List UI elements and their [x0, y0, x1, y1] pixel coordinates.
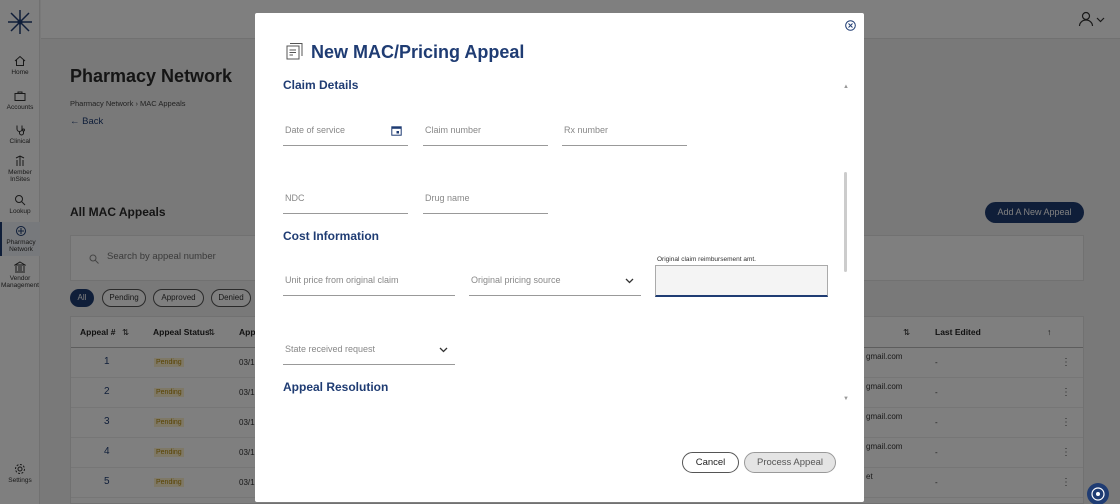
state-received-select[interactable]: State received request: [283, 335, 455, 365]
reimbursement-amount-input[interactable]: [655, 265, 828, 297]
date-of-service-field[interactable]: Date of service: [283, 116, 408, 146]
chevron-down-icon: [439, 347, 448, 353]
help-icon: [1091, 487, 1105, 501]
reimbursement-label: Original claim reimbursement amt.: [657, 256, 756, 263]
pricing-source-placeholder: Original pricing source: [471, 275, 561, 285]
unit-price-placeholder: Unit price from original claim: [285, 275, 399, 285]
rx-number-placeholder: Rx number: [564, 125, 609, 135]
help-chat-button[interactable]: [1087, 483, 1109, 504]
state-received-placeholder: State received request: [285, 344, 376, 354]
close-icon[interactable]: [845, 20, 856, 31]
claim-number-placeholder: Claim number: [425, 125, 482, 135]
unit-price-field[interactable]: Unit price from original claim: [283, 266, 455, 296]
date-of-service-placeholder: Date of service: [285, 125, 346, 135]
section-heading-claim-details: Claim Details: [283, 78, 359, 92]
ndc-field[interactable]: NDC: [283, 184, 408, 214]
rx-number-field[interactable]: Rx number: [562, 116, 687, 146]
ndc-placeholder: NDC: [285, 193, 305, 203]
pricing-source-select[interactable]: Original pricing source: [469, 266, 641, 296]
claim-number-field[interactable]: Claim number: [423, 116, 548, 146]
modal-title: New MAC/Pricing Appeal: [311, 42, 525, 62]
scroll-up-arrow-icon[interactable]: ▲: [843, 84, 849, 90]
drug-name-placeholder: Drug name: [425, 193, 470, 203]
section-heading-appeal-resolution: Appeal Resolution: [283, 380, 389, 394]
chevron-down-icon: [625, 278, 634, 284]
document-money-icon: [286, 43, 303, 60]
cancel-button[interactable]: Cancel: [682, 452, 739, 473]
process-appeal-button[interactable]: Process Appeal: [744, 452, 836, 473]
drug-name-field[interactable]: Drug name: [423, 184, 548, 214]
new-appeal-modal: New MAC/Pricing Appeal Claim Details Dat…: [255, 13, 864, 502]
modal-scrollbar[interactable]: [844, 172, 847, 272]
section-heading-cost-information: Cost Information: [283, 229, 379, 243]
calendar-icon[interactable]: [391, 125, 402, 136]
scroll-down-arrow-icon[interactable]: ▼: [843, 396, 849, 402]
